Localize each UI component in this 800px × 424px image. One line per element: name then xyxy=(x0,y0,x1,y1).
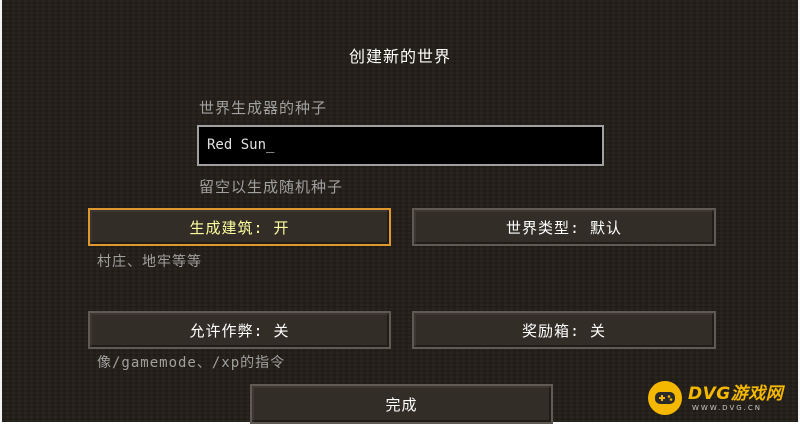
watermark-title: DVG游戏网 xyxy=(688,383,784,404)
world-type-label: 世界类型: 默认 xyxy=(505,218,623,237)
gamepad-icon xyxy=(648,381,682,415)
allow-cheats-button[interactable]: 允许作弊: 关 xyxy=(88,311,391,349)
done-label: 完成 xyxy=(385,395,418,414)
bonus-chest-label: 奖励箱: 关 xyxy=(521,321,607,340)
done-button[interactable]: 完成 xyxy=(250,384,553,424)
create-world-screen: 创建新的世界 世界生成器的种子 Red Sun_ 留空以生成随机种子 生成建筑:… xyxy=(0,0,800,424)
allow-cheats-hint: 像/gamemode、/xp的指令 xyxy=(97,355,286,371)
seed-hint: 留空以生成随机种子 xyxy=(199,178,344,196)
watermark: DVG游戏网 WWW.DVG.CN xyxy=(648,378,798,418)
seed-label: 世界生成器的种子 xyxy=(199,99,328,117)
world-type-button[interactable]: 世界类型: 默认 xyxy=(412,208,716,246)
generate-structures-label: 生成建筑: 开 xyxy=(189,218,290,237)
seed-input[interactable]: Red Sun_ xyxy=(197,125,604,166)
watermark-subtitle: WWW.DVG.CN xyxy=(692,403,763,412)
text-cursor: _ xyxy=(266,137,275,153)
screen-title: 创建新的世界 xyxy=(348,47,451,66)
generate-structures-button[interactable]: 生成建筑: 开 xyxy=(88,208,391,246)
bonus-chest-button[interactable]: 奖励箱: 关 xyxy=(412,311,716,349)
allow-cheats-label: 允许作弊: 关 xyxy=(189,321,290,340)
seed-value: Red Sun xyxy=(207,137,267,153)
generate-structures-hint: 村庄、地牢等等 xyxy=(97,254,202,270)
